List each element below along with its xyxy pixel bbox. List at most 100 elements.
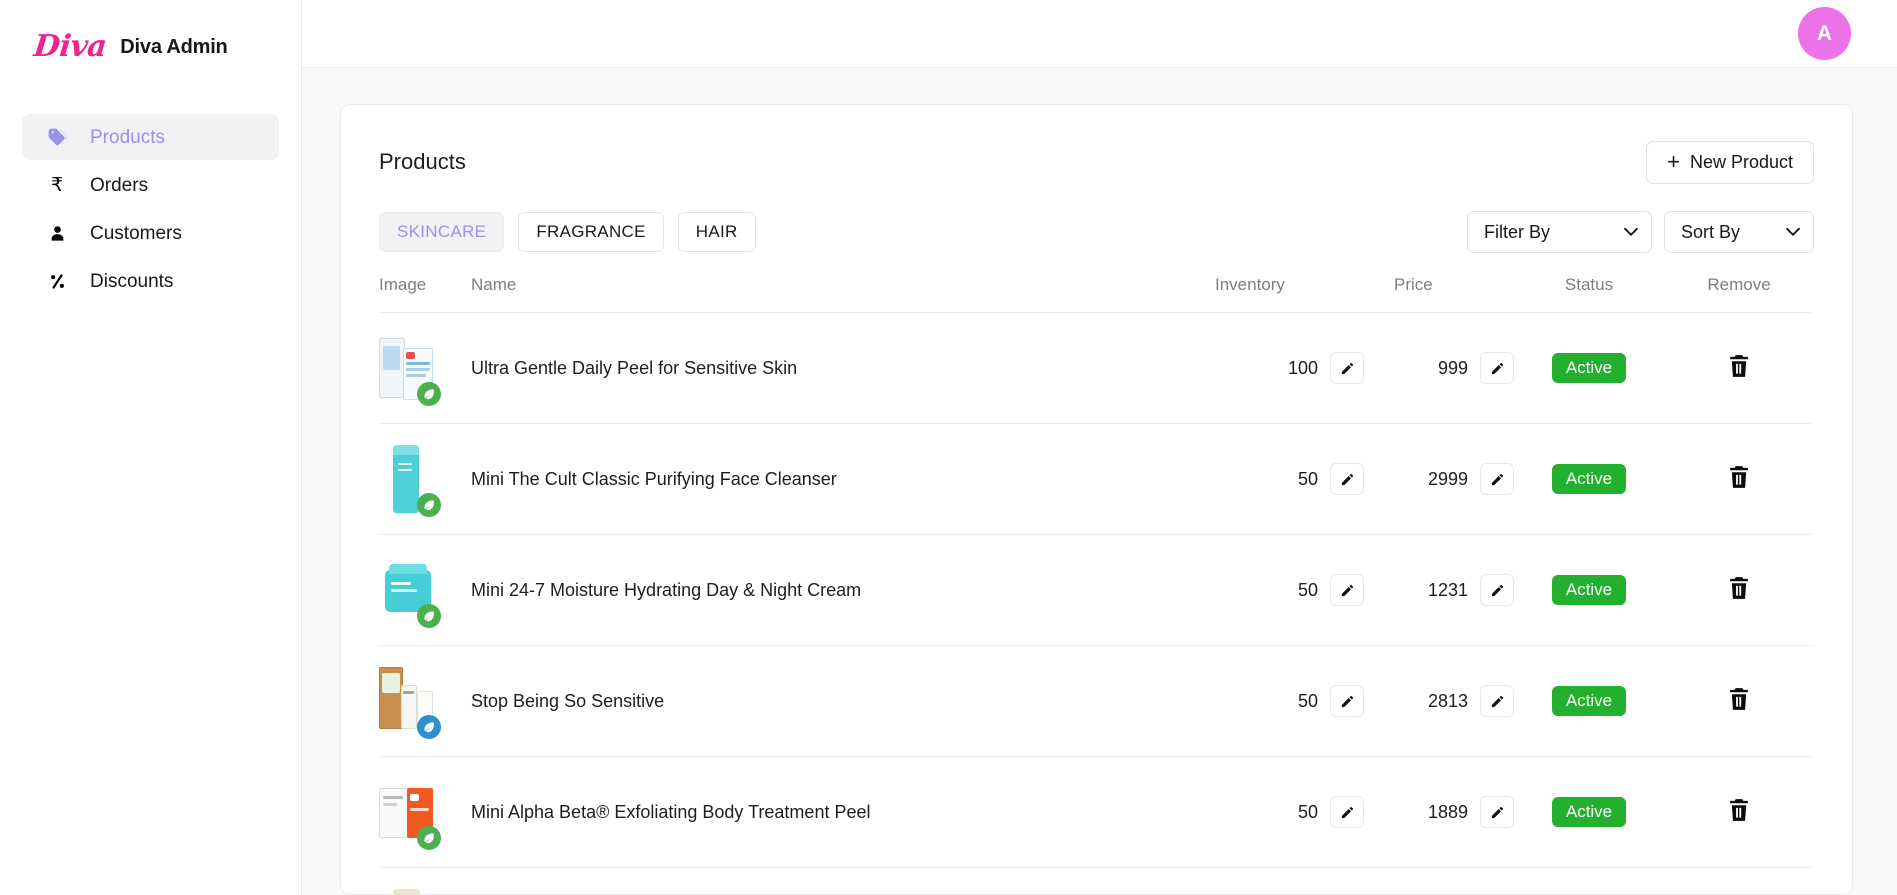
price-value: 2813 bbox=[1427, 690, 1468, 711]
edit-price-button[interactable] bbox=[1480, 796, 1514, 828]
filter-by-select[interactable]: Filter By bbox=[1467, 211, 1652, 253]
product-name-cell: Mini Alpha Beta® Exfoliating Body Treatm… bbox=[471, 757, 1199, 868]
trash-icon[interactable] bbox=[1726, 796, 1752, 824]
diva-logo: Diva bbox=[32, 29, 109, 64]
inventory-value: 50 bbox=[1297, 690, 1318, 711]
table-row: Mini 24-7 Moisture Hydrating Day & Night… bbox=[379, 535, 1814, 646]
price-value: 1889 bbox=[1427, 801, 1468, 822]
price-value: 2999 bbox=[1427, 468, 1468, 489]
sidebar-item-customers[interactable]: Customers bbox=[22, 210, 279, 256]
table-row: Ultra Gentle Daily Peel for Sensitive Sk… bbox=[379, 313, 1814, 424]
inventory-cell: 50 bbox=[1199, 868, 1364, 895]
price-cell: 2442 bbox=[1364, 868, 1514, 895]
status-cell: Active bbox=[1514, 535, 1664, 646]
product-thumbnail bbox=[379, 554, 441, 628]
table-head: Image Name Inventory Price Status Remove bbox=[379, 275, 1814, 313]
product-image-cell bbox=[379, 646, 471, 757]
price-cell: 2813 bbox=[1364, 646, 1514, 757]
edit-price-button[interactable] bbox=[1480, 463, 1514, 495]
table-header-row: Image Name Inventory Price Status Remove bbox=[379, 275, 1814, 313]
product-image-cell bbox=[379, 313, 471, 424]
column-header-status: Status bbox=[1514, 275, 1664, 313]
product-thumbnail bbox=[379, 887, 437, 894]
trash-icon[interactable] bbox=[1726, 352, 1752, 380]
status-badge: Active bbox=[1551, 353, 1627, 383]
product-thumbnail bbox=[379, 776, 441, 850]
filter-by-wrap: Filter By bbox=[1467, 211, 1652, 253]
status-cell: Active bbox=[1514, 313, 1664, 424]
trash-icon[interactable] bbox=[1726, 574, 1752, 602]
sort-by-select[interactable]: Sort By bbox=[1664, 211, 1814, 253]
product-image-cell bbox=[379, 757, 471, 868]
remove-cell bbox=[1664, 646, 1814, 757]
edit-inventory-button[interactable] bbox=[1330, 574, 1364, 606]
product-thumbnail bbox=[379, 443, 441, 517]
sidebar: Diva Diva Admin Products ₹ Orders Custom… bbox=[0, 0, 302, 895]
remove-cell bbox=[1664, 313, 1814, 424]
new-product-label: New Product bbox=[1689, 151, 1793, 172]
product-name: Mini 24-7 Moisture Hydrating Day & Night… bbox=[471, 579, 862, 600]
product-thumbnail bbox=[379, 665, 441, 739]
tab-fragrance[interactable]: FRAGRANCE bbox=[518, 212, 664, 252]
brand-title: Diva Admin bbox=[120, 35, 228, 58]
product-name-cell: Mini The Cult Classic Purifying Face Cle… bbox=[471, 424, 1199, 535]
edit-price-button[interactable] bbox=[1480, 574, 1514, 606]
table-row: Mini Alpha Beta® AHA/BHA Daily Cleansing… bbox=[379, 868, 1814, 895]
product-name: Mini Alpha Beta® Exfoliating Body Treatm… bbox=[471, 801, 871, 822]
product-image-cell bbox=[379, 535, 471, 646]
column-header-name: Name bbox=[471, 275, 1199, 313]
eco-leaf-icon bbox=[417, 604, 441, 628]
tab-hair[interactable]: HAIR bbox=[677, 212, 756, 252]
sidebar-item-label: Orders bbox=[90, 174, 149, 196]
rupee-icon: ₹ bbox=[50, 174, 64, 196]
plus-icon: + bbox=[1667, 149, 1680, 174]
edit-price-button[interactable] bbox=[1480, 352, 1514, 384]
product-name-cell: Stop Being So Sensitive bbox=[471, 646, 1199, 757]
edit-inventory-button[interactable] bbox=[1330, 796, 1364, 828]
card-header: Products + New Product bbox=[379, 135, 1814, 189]
product-name-cell: Ultra Gentle Daily Peel for Sensitive Sk… bbox=[471, 313, 1199, 424]
product-name-cell: Mini Alpha Beta® AHA/BHA Daily Cleansing… bbox=[471, 868, 1199, 895]
trash-icon[interactable] bbox=[1726, 463, 1752, 491]
product-name-cell: Mini 24-7 Moisture Hydrating Day & Night… bbox=[471, 535, 1199, 646]
eco-leaf-icon bbox=[417, 382, 441, 406]
percent-icon bbox=[46, 272, 68, 291]
sidebar-item-label: Products bbox=[90, 126, 165, 148]
table-body: Ultra Gentle Daily Peel for Sensitive Sk… bbox=[379, 313, 1814, 895]
remove-cell bbox=[1664, 535, 1814, 646]
price-value: 1231 bbox=[1427, 579, 1468, 600]
table-row: Stop Being So Sensitive 50 2813 Active bbox=[379, 646, 1814, 757]
trash-icon[interactable] bbox=[1726, 685, 1752, 713]
column-header-remove: Remove bbox=[1664, 275, 1814, 313]
sidebar-item-orders[interactable]: ₹ Orders bbox=[22, 162, 279, 208]
status-cell: Active bbox=[1514, 757, 1664, 868]
product-image-cell bbox=[379, 868, 471, 894]
person-icon bbox=[46, 224, 68, 243]
status-badge: Active bbox=[1551, 575, 1627, 605]
edit-price-button[interactable] bbox=[1480, 685, 1514, 717]
sidebar-item-discounts[interactable]: Discounts bbox=[22, 258, 279, 304]
column-header-price: Price bbox=[1364, 275, 1514, 313]
status-cell: Active bbox=[1514, 868, 1664, 895]
topbar: A bbox=[302, 0, 1897, 68]
price-cell: 999 bbox=[1364, 313, 1514, 424]
status-cell: Active bbox=[1514, 646, 1664, 757]
inventory-cell: 50 bbox=[1199, 757, 1364, 868]
product-image-cell bbox=[379, 424, 471, 535]
table-row: Mini Alpha Beta® Exfoliating Body Treatm… bbox=[379, 757, 1814, 868]
avatar[interactable]: A bbox=[1798, 7, 1851, 60]
sidebar-item-products[interactable]: Products bbox=[22, 114, 279, 160]
sidebar-item-label: Customers bbox=[90, 222, 182, 244]
edit-inventory-button[interactable] bbox=[1330, 463, 1364, 495]
status-badge: Active bbox=[1551, 464, 1627, 494]
new-product-button[interactable]: + New Product bbox=[1646, 140, 1814, 184]
content-area: Products + New Product SKINCARE FRAGRANC… bbox=[302, 68, 1897, 895]
tab-skincare[interactable]: SKINCARE bbox=[379, 212, 505, 252]
column-header-inventory: Inventory bbox=[1199, 275, 1364, 313]
edit-inventory-button[interactable] bbox=[1330, 352, 1364, 384]
products-table: Image Name Inventory Price Status Remove… bbox=[379, 275, 1814, 895]
inventory-value: 50 bbox=[1297, 801, 1318, 822]
edit-inventory-button[interactable] bbox=[1330, 685, 1364, 717]
page-title: Products bbox=[379, 149, 466, 174]
select-group: Filter By Sort By bbox=[1467, 211, 1814, 253]
